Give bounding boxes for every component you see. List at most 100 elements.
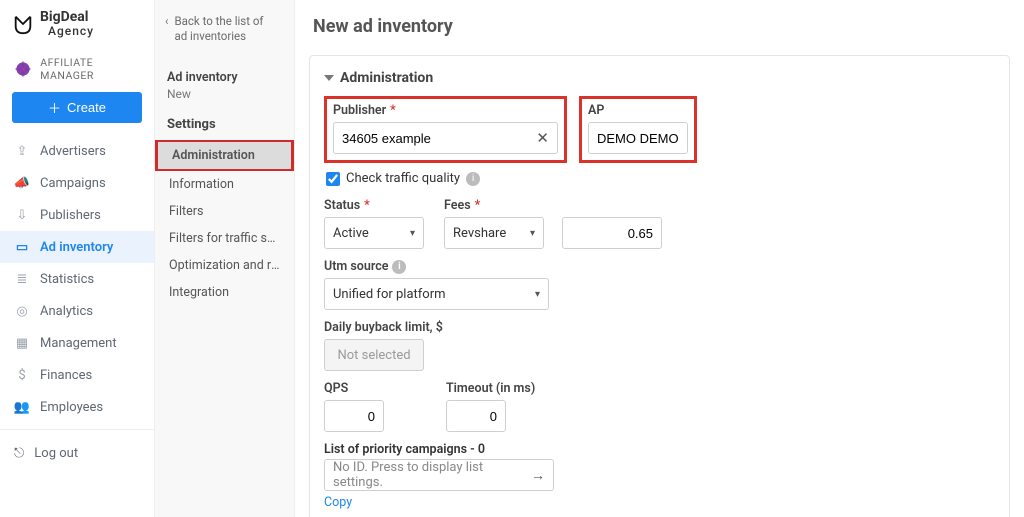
ap-label: AP xyxy=(588,103,688,118)
affiliate-role-row: AFFILIATE MANAGER xyxy=(0,42,154,92)
dollar-icon: $ xyxy=(14,367,30,383)
settings-nav-integration[interactable]: Integration xyxy=(155,279,294,306)
primary-nav: ⇪ Advertisers 📣 Campaigns ⇩Publishers ▭Ad … xyxy=(0,135,154,423)
fees-amount-input-wrap[interactable] xyxy=(562,217,662,249)
timeout-input-wrap[interactable] xyxy=(446,400,506,432)
create-label: Create xyxy=(67,100,106,115)
brand-logo-icon xyxy=(12,13,34,35)
target-icon: ◎ xyxy=(14,303,30,319)
utm-value: Unified for platform xyxy=(333,287,446,302)
daily-buyback-input[interactable]: Not selected xyxy=(324,339,424,371)
check-traffic-row: Check traffic quality i xyxy=(326,171,993,186)
priority-list-button[interactable]: No ID. Press to display list settings. → xyxy=(324,459,554,491)
info-icon[interactable]: i xyxy=(392,260,406,274)
status-value: Active xyxy=(333,226,369,241)
back-line1: Back to the list of xyxy=(174,14,263,28)
nav-label: Analytics xyxy=(40,304,93,319)
create-button[interactable]: ＋ Create xyxy=(12,92,142,123)
back-link[interactable]: ‹ Back to the list of ad inventories xyxy=(155,8,294,54)
nav-campaigns[interactable]: 📣 Campaigns xyxy=(0,167,154,199)
grid-icon: ▦ xyxy=(14,335,30,351)
settings-nav-optimization[interactable]: Optimization and rules xyxy=(155,252,294,279)
publisher-input[interactable] xyxy=(342,131,530,146)
nav-divider xyxy=(0,429,154,430)
page-title: New ad inventory xyxy=(295,0,1024,45)
nav-publishers[interactable]: ⇩Publishers xyxy=(0,199,154,231)
nav-analytics[interactable]: ◎ Analytics xyxy=(0,295,154,327)
fees-amount-input[interactable] xyxy=(571,226,653,241)
back-line2: ad inventories xyxy=(174,29,246,43)
check-traffic-label: Check traffic quality xyxy=(346,171,460,186)
affiliate-avatar-icon xyxy=(12,57,34,81)
nav-finances[interactable]: $ Finances xyxy=(0,359,154,391)
fees-select[interactable]: Revshare ▾ xyxy=(444,217,544,249)
settings-nav-administration[interactable]: Administration xyxy=(155,140,294,171)
ap-input[interactable] xyxy=(597,131,679,146)
check-traffic-checkbox[interactable] xyxy=(326,172,340,186)
bar-chart-icon: ≣ xyxy=(14,271,30,287)
info-icon[interactable]: i xyxy=(466,172,480,186)
nav-label: Management xyxy=(40,336,117,351)
nav-label: Advertisers xyxy=(40,144,106,159)
priority-copy-link[interactable]: Copy xyxy=(324,495,995,510)
priority-label: List of priority campaigns - 0 xyxy=(324,442,995,457)
publisher-label: Publisher * xyxy=(333,103,558,118)
nav-label: Log out xyxy=(34,446,78,461)
nav-label: Finances xyxy=(40,368,92,383)
timeout-label: Timeout (in ms) xyxy=(446,381,535,396)
secondary-subtitle: New xyxy=(155,85,294,111)
upload-icon: ⇪ xyxy=(14,143,30,159)
primary-sidebar: BigDeal Agency AFFILIATE MANAGER ＋ Creat… xyxy=(0,0,155,517)
publisher-highlight: Publisher * ✕ xyxy=(324,96,567,163)
panel-heading: Administration xyxy=(340,70,433,86)
chevron-down-icon: ▾ xyxy=(535,289,540,300)
publisher-input-wrap[interactable]: ✕ xyxy=(333,122,558,154)
nav-management[interactable]: ▦ Management xyxy=(0,327,154,359)
nav-logout[interactable]: ⎋ Log out xyxy=(0,436,154,471)
fees-label: Fees * xyxy=(444,198,662,213)
secondary-sidebar: ‹ Back to the list of ad inventories Ad … xyxy=(155,0,295,517)
panel-heading-row[interactable]: Administration xyxy=(324,70,995,86)
settings-nav-filters[interactable]: Filters xyxy=(155,198,294,225)
priority-placeholder: No ID. Press to display list settings. xyxy=(333,460,525,490)
arrow-right-icon: → xyxy=(531,467,545,484)
highlighted-fields: Publisher * ✕ AP xyxy=(324,96,995,163)
settings-heading: Settings xyxy=(155,111,294,138)
settings-nav-filters-traffic[interactable]: Filters for traffic sour... xyxy=(155,225,294,252)
qps-input[interactable] xyxy=(333,409,375,424)
plus-icon: ＋ xyxy=(48,98,61,117)
settings-nav: Administration Information Filters Filte… xyxy=(155,140,294,306)
brand-block: BigDeal Agency xyxy=(0,0,154,42)
nav-label: Employees xyxy=(40,400,103,415)
nav-label: Statistics xyxy=(40,272,94,287)
daily-buyback-placeholder: Not selected xyxy=(337,348,410,363)
affiliate-role-label: AFFILIATE MANAGER xyxy=(40,56,142,82)
chevron-down-icon: ▾ xyxy=(530,228,535,239)
nav-ad-inventory[interactable]: ▭Ad inventory xyxy=(0,231,154,263)
secondary-title: Ad inventory xyxy=(155,54,294,85)
status-select[interactable]: Active ▾ xyxy=(324,217,424,249)
people-icon: 👥 xyxy=(14,399,30,415)
settings-nav-information[interactable]: Information xyxy=(155,171,294,198)
nav-advertisers[interactable]: ⇪ Advertisers xyxy=(0,135,154,167)
utm-label: Utm source i xyxy=(324,259,549,274)
main-content: New ad inventory Administration Publishe… xyxy=(295,0,1024,517)
nav-label: Ad inventory xyxy=(40,240,113,255)
megaphone-icon: 📣 xyxy=(14,175,30,191)
daily-buyback-label: Daily buyback limit, $ xyxy=(324,320,443,335)
chevron-down-icon: ▾ xyxy=(410,228,415,239)
brand-name: BigDeal xyxy=(40,10,94,24)
timeout-input[interactable] xyxy=(455,409,497,424)
clear-icon[interactable]: ✕ xyxy=(536,129,549,147)
nav-employees[interactable]: 👥 Employees xyxy=(0,391,154,423)
utm-select[interactable]: Unified for platform ▾ xyxy=(324,278,549,310)
qps-label: QPS xyxy=(324,381,384,396)
logout-icon: ⎋ xyxy=(14,446,24,461)
qps-input-wrap[interactable] xyxy=(324,400,384,432)
brand-sub: Agency xyxy=(48,24,94,38)
nav-label: Campaigns xyxy=(40,176,106,191)
nav-statistics[interactable]: ≣ Statistics xyxy=(0,263,154,295)
ap-input-wrap[interactable] xyxy=(588,122,688,154)
caret-down-icon xyxy=(324,75,334,81)
nav-label: Publishers xyxy=(40,208,101,223)
